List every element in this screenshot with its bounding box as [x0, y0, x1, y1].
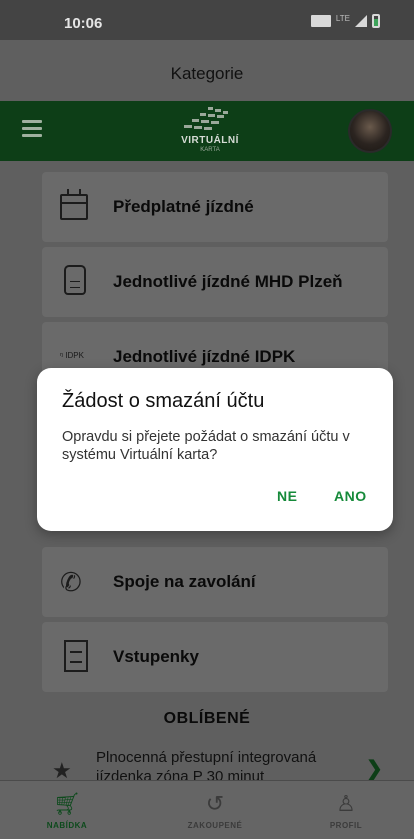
hamburger-menu-icon[interactable] [22, 120, 42, 137]
history-icon: ↺ [205, 791, 225, 816]
virtualni-karta-logo: VIRTUÁLNÍ KARTA [170, 105, 250, 157]
category-card-label: Vstupenky [113, 647, 199, 666]
logo-text: VIRTUÁLNÍ [181, 135, 239, 146]
logo-pixels-icon [184, 107, 228, 130]
delete-account-dialog: Žádost o smazání účtu Opravdu si přejete… [37, 368, 393, 531]
nav-label: NABÍDKA [46, 821, 88, 830]
lte-indicator: LTE [335, 13, 350, 23]
sim-icon [310, 15, 331, 27]
cancel-button[interactable]: NE [277, 488, 297, 504]
star-icon: ★ [52, 758, 72, 780]
category-card-label: Předplatné jízdné [113, 197, 254, 216]
favorites-heading: OBLÍBENÉ [163, 710, 251, 727]
category-card-mhd-plzen[interactable]: Jednotlivé jízdné MHD Plzeň [42, 247, 388, 317]
nav-item-profil[interactable]: ♙ PROFIL [296, 781, 396, 839]
battery-icon [372, 14, 380, 28]
avatar[interactable] [348, 109, 392, 153]
bottom-nav: 🛒︎ NABÍDKA ↺ ZAKOUPENÉ ♙ PROFIL [0, 780, 414, 839]
dialog-title: Žádost o smazání účtu [62, 390, 265, 412]
dialog-message: Opravdu si přejete požádat o smazání účt… [62, 429, 350, 463]
app-header: VIRTUÁLNÍ KARTA [0, 101, 414, 161]
category-card-label: Spoje na zavolání [113, 572, 256, 591]
nav-item-nabidka[interactable]: 🛒︎ NABÍDKA [17, 781, 117, 839]
sim-card-icon [60, 265, 94, 299]
confirm-button[interactable]: ANO [334, 488, 367, 504]
status-time: 10:06 [64, 15, 103, 32]
status-bar: 10:06 LTE [0, 0, 414, 40]
category-card-label: Jednotlivé jízdné MHD Plzeň [113, 272, 343, 291]
favorite-item[interactable]: ★ Plnocenná přestupní integrovaná jízden… [0, 746, 414, 780]
category-card-spoje-na-zavolani[interactable]: ✆ Spoje na zavolání [42, 547, 388, 617]
category-card-predplatne[interactable]: Předplatné jízdné [42, 172, 388, 242]
page-title-bar: Kategorie [0, 40, 414, 101]
ticket-icon [60, 640, 94, 674]
phone-icon: ✆ [60, 567, 82, 597]
logo-subtext: KARTA [200, 147, 220, 153]
signal-icon [355, 15, 367, 27]
cart-icon: 🛒︎ [53, 791, 81, 816]
nav-label: ZAKOUPENÉ [187, 821, 243, 830]
nav-label: PROFIL [329, 821, 363, 830]
page-title: Kategorie [170, 64, 244, 83]
chevron-right-icon: ❯ [366, 758, 383, 780]
person-icon: ♙ [336, 791, 356, 816]
status-icons: LTE [310, 13, 380, 28]
calendar-icon [60, 189, 94, 224]
favorite-item-text: Plnocenná přestupní integrovaná jízdenka… [96, 749, 317, 780]
nav-item-zakoupene[interactable]: ↺ ZAKOUPENÉ [165, 781, 265, 839]
category-card-vstupenky[interactable]: Vstupenky [42, 622, 388, 692]
